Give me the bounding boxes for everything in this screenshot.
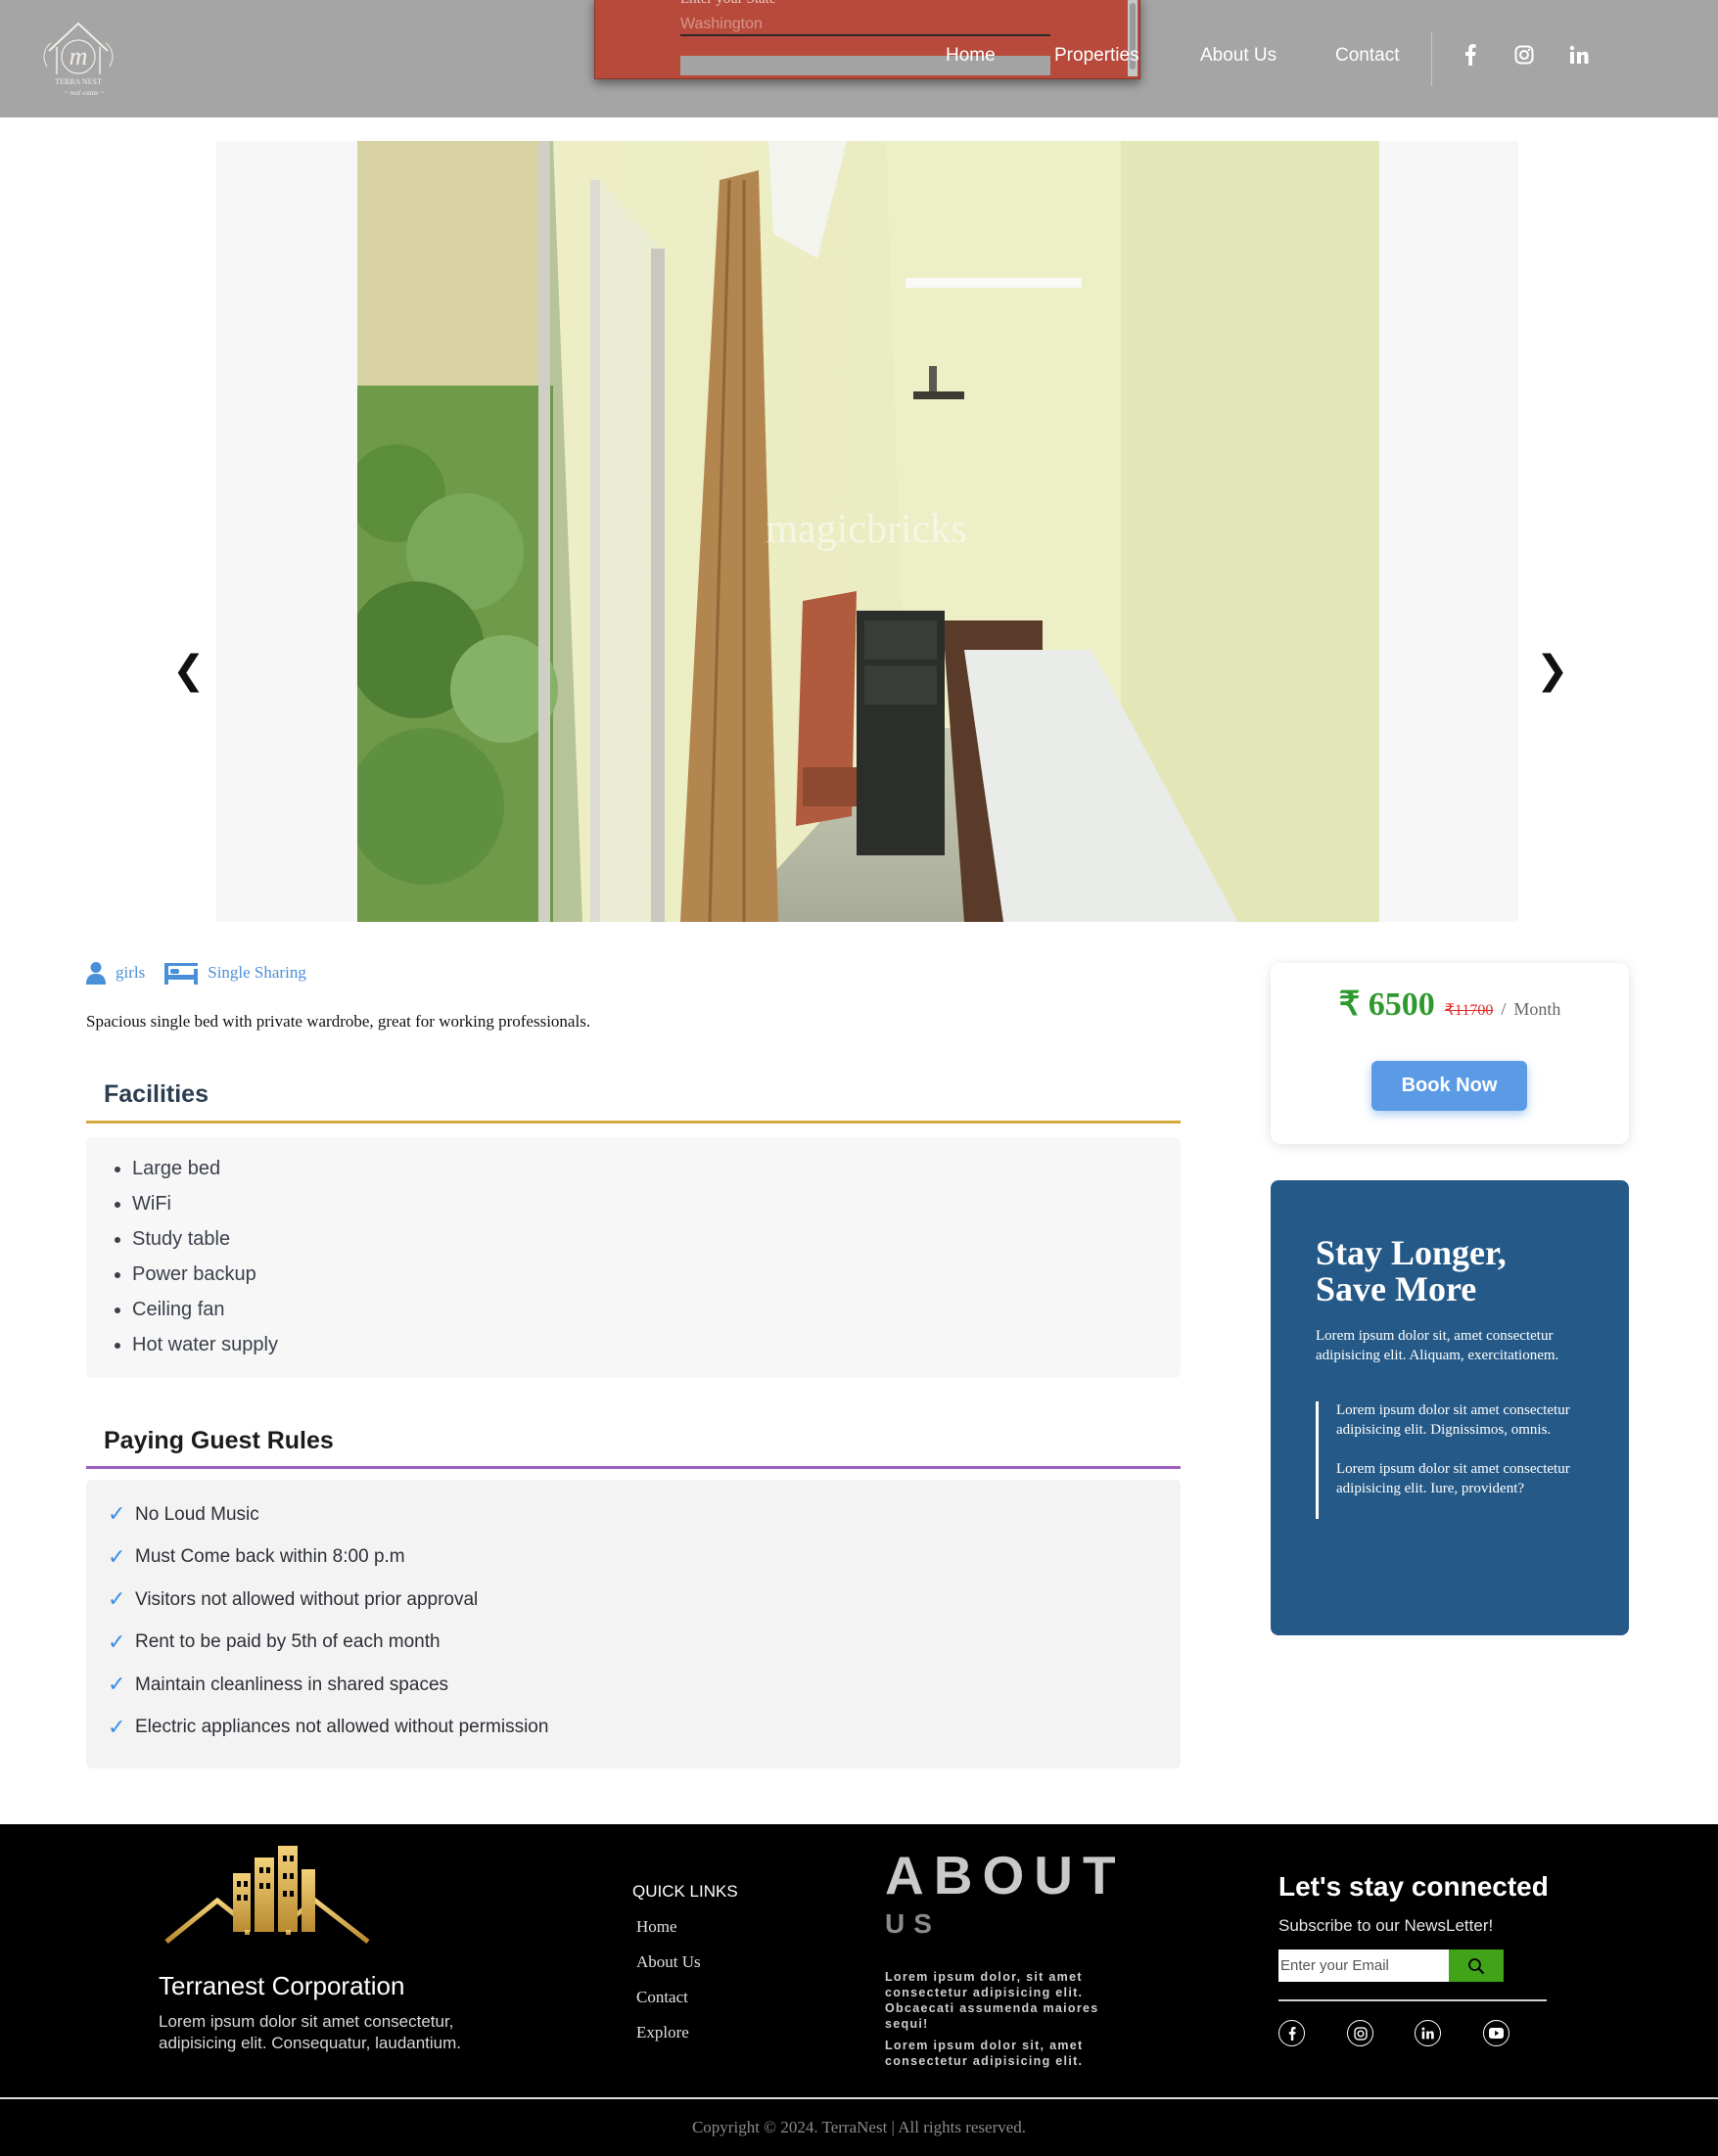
promo-quote-text: Lorem ipsum dolor sit amet consectetur a… (1336, 1402, 1570, 1438)
footer-about-text: Lorem ipsum dolor sit, amet consectetur … (885, 2039, 1084, 2068)
list-item: ✓ Maintain cleanliness in shared spaces (108, 1664, 1181, 1707)
rules-box: ✓ No Loud Music ✓ Must Come back within 8:… (86, 1480, 1181, 1768)
rule-text: Electric appliances not allowed without … (135, 1717, 549, 1738)
svg-text:~ real estate ~: ~ real estate ~ (65, 89, 104, 97)
instagram-icon[interactable] (1347, 2020, 1373, 2046)
newsletter-subtitle: Subscribe to our NewsLetter! (1278, 1916, 1494, 1935)
promo-quote-text: Lorem ipsum dolor sit amet consectetur a… (1336, 1461, 1570, 1496)
footer-company-name: Terranest Corporation (159, 1971, 405, 2000)
listing-description: Spacious single bed with private wardrob… (86, 1012, 591, 1031)
footer-link-explore[interactable]: Explore (636, 2023, 689, 2042)
price-card: ₹ 6500 ₹11700 / Month Book Now (1271, 963, 1629, 1144)
sharing-label: Single Sharing (208, 963, 306, 982)
rule-text: No Loud Music (135, 1503, 259, 1525)
rules-divider (86, 1466, 1181, 1469)
rule-text: Maintain cleanliness in shared spaces (135, 1674, 449, 1695)
check-icon: ✓ (108, 1673, 126, 1698)
footer-company-text: Lorem ipsum dolor sit amet consectetur, … (159, 2012, 462, 2052)
carousel-next-arrow[interactable]: ❯ (1536, 648, 1569, 693)
svg-text:TERRA NEST: TERRA NEST (55, 77, 102, 86)
site-header: m TERRA NEST ~ real estate ~ Enter your … (0, 0, 1718, 117)
check-icon: ✓ (108, 1502, 126, 1528)
facilities-title: Facilities (104, 1080, 209, 1108)
rule-text: Visitors not allowed without prior appro… (135, 1588, 479, 1610)
nav-contact[interactable]: Contact (1335, 45, 1399, 67)
list-item: ✓ Electric appliances not allowed without… (108, 1707, 1181, 1750)
book-now-button[interactable]: Book Now (1371, 1061, 1527, 1111)
list-item: ✓ Visitors not allowed without prior appr… (108, 1579, 1181, 1622)
newsletter-email-input[interactable] (1278, 1950, 1449, 1982)
footer-divider (1278, 1999, 1547, 2001)
instagram-icon[interactable] (1512, 43, 1536, 67)
svg-text:m: m (70, 42, 88, 70)
list-item: ✓ Must Come back within 8:00 p.m (108, 1537, 1181, 1580)
list-item: Large bed (132, 1151, 1181, 1186)
promo-title: Stay Longer, Save More (1316, 1233, 1507, 1308)
newsletter-title: Let's stay connected (1278, 1871, 1549, 1902)
list-item: WiFi (132, 1186, 1181, 1221)
list-item: ✓ Rent to be paid by 5th of each month (108, 1622, 1181, 1665)
carousel-prev-arrow[interactable]: ❮ (172, 648, 206, 693)
bed-icon (164, 961, 199, 985)
promo-card: Stay Longer, Save More Lorem ipsum dolor… (1271, 1180, 1629, 1635)
footer-link-contact[interactable]: Contact (636, 1988, 688, 2007)
quick-links-title: QUICK LINKS (632, 1882, 738, 1901)
check-icon: ✓ (108, 1715, 126, 1740)
price-amount: ₹ 6500 (1338, 986, 1435, 1023)
footer-about-title: ABOUT (885, 1845, 1126, 1905)
search-icon (1468, 1957, 1485, 1974)
footer-about-subtitle: US (885, 1908, 941, 1939)
gender-label: girls (116, 963, 146, 982)
facilities-divider (86, 1121, 1181, 1124)
site-footer: Terranest Corporation Lorem ipsum dolor … (0, 1824, 1718, 2156)
price-row: ₹ 6500 ₹11700 / Month (1271, 985, 1629, 1024)
list-item: ✓ No Loud Music (108, 1493, 1181, 1537)
check-icon: ✓ (108, 1587, 126, 1613)
linkedin-icon[interactable] (1567, 43, 1591, 67)
footer-bottom-rule (0, 2097, 1718, 2099)
newsletter-search-button[interactable] (1449, 1950, 1504, 1982)
list-item: Hot water supply (132, 1327, 1181, 1362)
nav-properties[interactable]: Properties (1054, 45, 1139, 67)
rule-text: Rent to be paid by 5th of each month (135, 1631, 441, 1653)
footer-about-text: Lorem ipsum dolor, sit amet consectetur … (885, 1970, 1099, 2031)
property-carousel: magicbricks ❮ ❯ (172, 141, 1569, 922)
nav-divider (1431, 31, 1432, 86)
watermark: magicbricks (766, 507, 966, 552)
price-separator: / (1501, 999, 1507, 1019)
nav-about-us[interactable]: About Us (1200, 45, 1277, 67)
check-icon: ✓ (108, 1544, 126, 1570)
youtube-icon[interactable] (1483, 2020, 1509, 2046)
copyright-text: Copyright © 2024. TerraNest | All rights… (691, 2118, 1027, 2136)
rule-text: Must Come back within 8:00 p.m (135, 1546, 405, 1568)
promo-quote: Lorem ipsum dolor sit amet consectetur a… (1316, 1401, 1600, 1519)
footer-logo[interactable] (157, 1844, 378, 1951)
footer-link-home[interactable]: Home (636, 1917, 677, 1937)
price-original: ₹11700 (1444, 1002, 1494, 1019)
room-photo: magicbricks (357, 141, 1379, 922)
price-period: Month (1513, 999, 1561, 1019)
person-icon (86, 961, 106, 985)
facebook-icon[interactable] (1278, 2020, 1305, 2046)
rules-title: Paying Guest Rules (104, 1427, 334, 1454)
list-item: Study table (132, 1221, 1181, 1257)
facilities-box: Large bed WiFi Study table Power backup … (86, 1137, 1181, 1378)
nav-home[interactable]: Home (946, 45, 996, 67)
state-label: Enter your State (680, 0, 775, 8)
state-input[interactable] (680, 15, 1050, 36)
linkedin-icon[interactable] (1415, 2020, 1441, 2046)
check-icon: ✓ (108, 1629, 126, 1655)
facilities-list: Large bed WiFi Study table Power backup … (86, 1137, 1181, 1362)
promo-text: Lorem ipsum dolor sit, amet consectetur … (1316, 1328, 1559, 1363)
listing-meta: girls Single Sharing (86, 961, 306, 985)
facebook-icon[interactable] (1459, 43, 1482, 67)
site-logo[interactable]: m TERRA NEST ~ real estate ~ (37, 18, 119, 102)
footer-link-about[interactable]: About Us (636, 1952, 701, 1972)
rules-list: ✓ No Loud Music ✓ Must Come back within 8:… (86, 1480, 1181, 1749)
list-item: Ceiling fan (132, 1292, 1181, 1327)
list-item: Power backup (132, 1257, 1181, 1292)
state-popup: Enter your State (594, 0, 1140, 79)
